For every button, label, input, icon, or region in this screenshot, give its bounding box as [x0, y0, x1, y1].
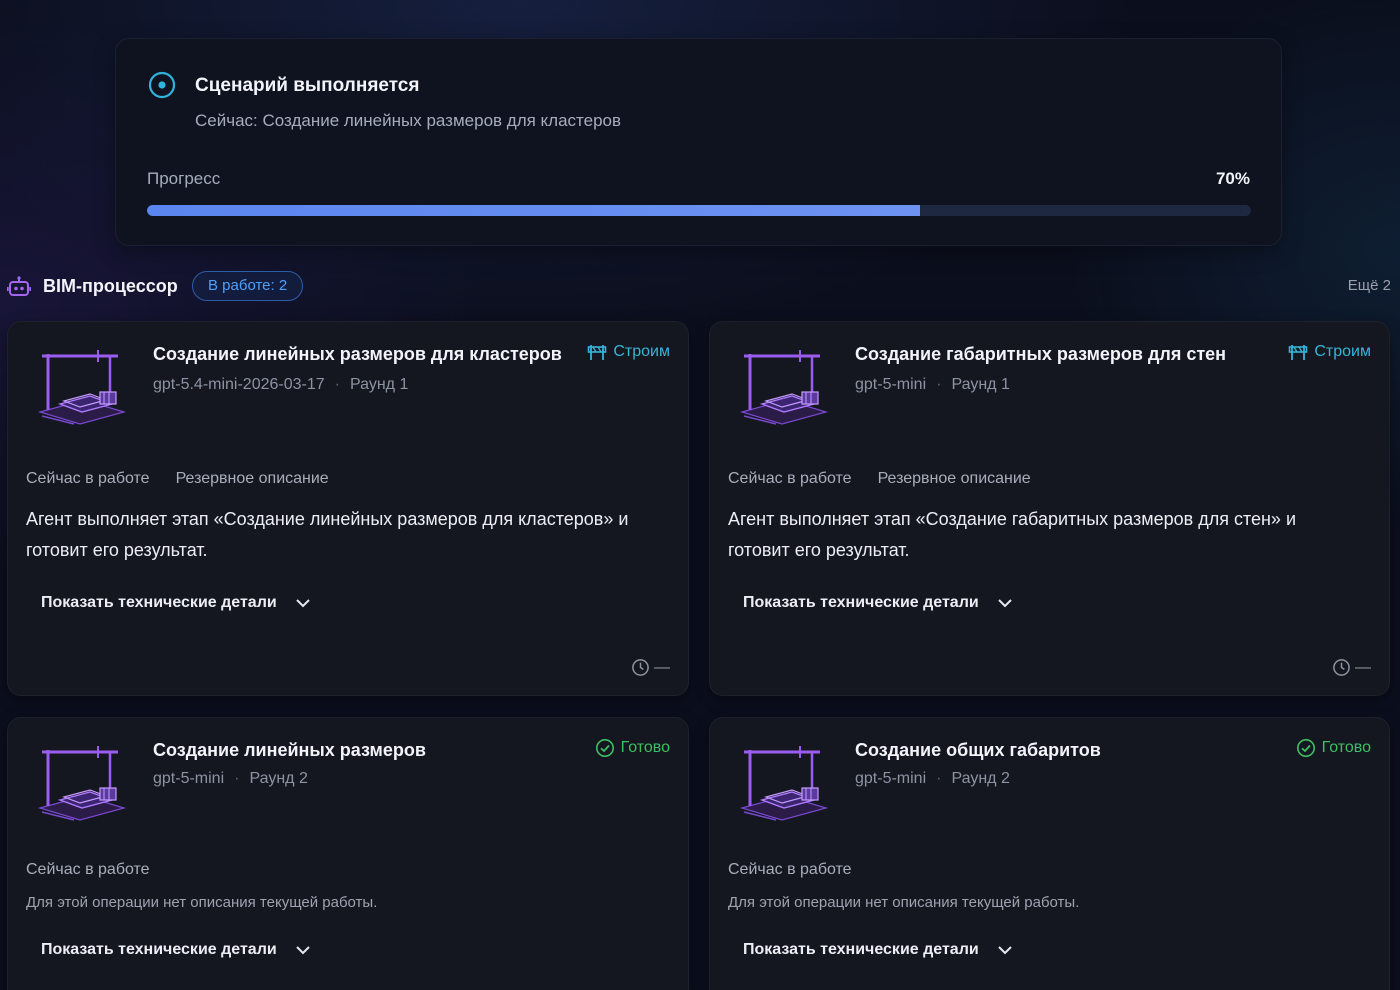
card-title: Создание линейных размеров	[153, 740, 426, 760]
card-title: Создание линейных размеров для кластеров	[153, 344, 562, 364]
card-meta: gpt-5.4-mini-2026-03-17 · Раунд 1	[153, 376, 408, 394]
details-label: Показать технические детали	[41, 941, 277, 958]
chevron-down-icon	[997, 599, 1012, 608]
label-now-working: Сейчас в работе	[26, 861, 150, 878]
card-description: Для этой операции нет описания текущей р…	[728, 894, 1080, 911]
status-badge-building: Строим	[587, 342, 670, 362]
label-backup-description: Резервное описание	[877, 470, 1031, 487]
show-technical-details-button[interactable]: Показать технические детали	[743, 594, 1013, 612]
elapsed-time-value: —	[654, 658, 670, 676]
clock-icon	[632, 659, 649, 676]
card-meta: gpt-5-mini · Раунд 2	[855, 770, 1010, 788]
task-card: Создание общих габаритов gpt-5-mini · Раун…	[709, 717, 1390, 990]
chevron-down-icon	[997, 946, 1012, 955]
card-description: Для этой операции нет описания текущей р…	[26, 894, 378, 911]
check-circle-icon	[1296, 739, 1315, 757]
show-technical-details-button[interactable]: Показать технические детали	[743, 941, 1013, 959]
bim-construction-illustration-icon	[37, 746, 127, 821]
card-title: Создание общих габаритов	[855, 740, 1101, 760]
details-label: Показать технические детали	[41, 594, 277, 611]
bim-construction-illustration-icon	[37, 350, 127, 425]
status-badge-done: Готово	[1296, 738, 1371, 758]
scenario-title: Сценарий выполняется	[195, 75, 420, 96]
bim-construction-illustration-icon	[739, 350, 829, 425]
card-labels: Сейчас в работе Резервное описание	[728, 470, 1031, 488]
details-label: Показать технические детали	[743, 594, 979, 611]
label-now-working: Сейчас в работе	[728, 861, 852, 878]
elapsed-time: —	[1332, 658, 1371, 677]
card-labels: Сейчас в работе	[26, 861, 150, 879]
section-header: BIM-процессор В работе: 2 Ещё 2	[0, 268, 1400, 306]
status-badge-building: Строим	[1288, 342, 1371, 362]
card-meta: gpt-5-mini · Раунд 1	[855, 376, 1010, 394]
separator-dot: ·	[334, 376, 340, 393]
scenario-panel: Сценарий выполняется Сейчас: Создание ли…	[115, 38, 1282, 246]
status-label: Готово	[620, 739, 670, 756]
card-description: Агент выполняет этап «Создание габаритны…	[728, 509, 1297, 560]
task-card: Создание линейных размеров gpt-5-mini · Ра…	[7, 717, 689, 990]
bim-construction-illustration-icon	[739, 746, 829, 821]
building-icon	[1289, 345, 1308, 360]
label-backup-description: Резервное описание	[175, 470, 329, 487]
status-badge-done: Готово	[595, 738, 670, 758]
progress-label: Прогресс	[147, 169, 221, 188]
label-now-working: Сейчас в работе	[26, 470, 150, 487]
running-status-icon	[148, 71, 176, 99]
model-name: gpt-5.4-mini-2026-03-17	[153, 376, 325, 393]
section-title: BIM-процессор	[43, 276, 178, 296]
model-name: gpt-5-mini	[153, 770, 225, 787]
round-label: Раунд 1	[349, 376, 409, 393]
progress-bar	[147, 205, 1251, 216]
chevron-down-icon	[295, 946, 310, 955]
card-description: Агент выполняет этап «Создание линейных …	[26, 509, 629, 560]
check-circle-icon	[595, 739, 614, 757]
card-title: Создание габаритных размеров для стен	[855, 344, 1227, 364]
progress-bar-fill	[147, 205, 920, 216]
separator-dot: ·	[936, 376, 942, 393]
robot-icon	[7, 276, 31, 296]
task-card: Создание линейных размеров для кластеров…	[7, 321, 689, 696]
status-label: Строим	[613, 343, 670, 360]
model-name: gpt-5-mini	[855, 770, 927, 787]
status-label: Готово	[1321, 739, 1371, 756]
separator-dot: ·	[234, 770, 240, 787]
building-icon	[588, 345, 607, 360]
card-labels: Сейчас в работе	[728, 861, 852, 879]
separator-dot: ·	[936, 770, 942, 787]
progress-value: 70%	[1215, 169, 1250, 188]
elapsed-time: —	[631, 658, 670, 677]
card-labels: Сейчас в работе Резервное описание	[26, 470, 329, 488]
scenario-current-step: Сейчас: Создание линейных размеров для к…	[195, 111, 622, 130]
round-label: Раунд 2	[249, 770, 308, 787]
show-more-link[interactable]: Ещё 2	[1348, 277, 1391, 294]
in-progress-badge: В работе: 2	[192, 271, 304, 301]
show-technical-details-button[interactable]: Показать технические детали	[41, 941, 311, 959]
elapsed-time-value: —	[1355, 658, 1371, 676]
round-label: Раунд 2	[951, 770, 1010, 787]
task-card: Создание габаритных размеров для стен gp…	[709, 321, 1390, 696]
show-technical-details-button[interactable]: Показать технические детали	[41, 594, 311, 612]
model-name: gpt-5-mini	[855, 376, 927, 393]
round-label: Раунд 1	[951, 376, 1010, 393]
clock-icon	[1333, 659, 1350, 676]
chevron-down-icon	[295, 599, 310, 608]
label-now-working: Сейчас в работе	[728, 470, 852, 487]
details-label: Показать технические детали	[743, 941, 979, 958]
status-label: Строим	[1314, 343, 1371, 360]
card-meta: gpt-5-mini · Раунд 2	[153, 770, 308, 788]
